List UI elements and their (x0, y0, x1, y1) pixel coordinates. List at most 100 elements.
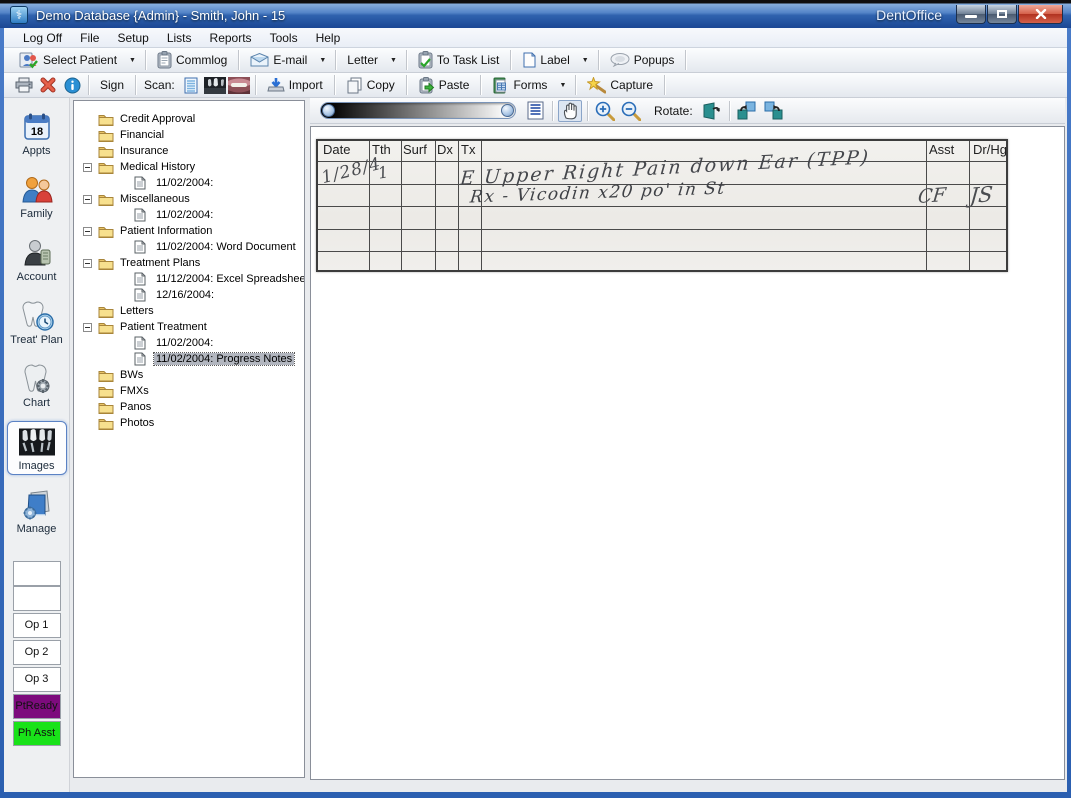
collapse-icon[interactable] (83, 323, 92, 332)
zoom-in-button[interactable] (593, 100, 617, 122)
tree-item-label: Patient Information (118, 225, 214, 237)
tree-item-financial[interactable]: Financial (74, 127, 304, 143)
rotate-left-button[interactable] (735, 100, 759, 122)
letter-button[interactable]: Letter (340, 49, 385, 71)
scan-photo-button[interactable] (227, 74, 251, 96)
collapse-icon[interactable] (83, 163, 92, 172)
sidebar-item-images[interactable]: Images (7, 421, 67, 475)
fit-page-button[interactable] (523, 100, 547, 122)
tree-item-patient-treatment[interactable]: Patient Treatment (74, 319, 304, 335)
popups-button[interactable]: Popups (603, 49, 682, 71)
tree-item-document[interactable]: 11/02/2004: (74, 175, 304, 191)
sidebar-item-family[interactable]: Family (7, 169, 67, 223)
menu-tools[interactable]: Tools (261, 29, 307, 47)
operatory-op2[interactable]: Op 2 (13, 640, 61, 665)
pan-hand-button[interactable] (558, 100, 582, 122)
popups-icon (610, 53, 630, 67)
scan-xray-button[interactable] (203, 74, 227, 96)
flip-icon (702, 102, 722, 120)
minimize-button[interactable] (956, 5, 986, 24)
forms-icon (492, 77, 509, 94)
tree-item-credit-approval[interactable]: Credit Approval (74, 111, 304, 127)
tree-item-treatment-plans[interactable]: Treatment Plans (74, 255, 304, 271)
tree-item-progress-notes-selected[interactable]: 11/02/2004: Progress Notes (74, 351, 304, 367)
sidebar-item-treat-plan[interactable]: Treat' Plan (7, 295, 67, 349)
tree-item-insurance[interactable]: Insurance (74, 143, 304, 159)
tree-item-letters[interactable]: Letters (74, 303, 304, 319)
copy-button[interactable]: Copy (339, 74, 402, 96)
sidebar-item-chart[interactable]: Chart (7, 358, 67, 412)
zoom-out-button[interactable] (619, 100, 643, 122)
email-button[interactable]: E-mail (243, 49, 314, 71)
sidebar-item-manage[interactable]: Manage (7, 484, 67, 538)
sidebar-item-account[interactable]: Account (7, 232, 67, 286)
collapse-icon[interactable] (83, 227, 92, 236)
collapse-icon[interactable] (83, 259, 92, 268)
menu-log-off[interactable]: Log Off (14, 29, 71, 47)
label-button[interactable]: Label (515, 49, 576, 71)
close-button[interactable] (1018, 5, 1063, 24)
email-dropdown[interactable]: ▼ (314, 49, 331, 71)
folder-icon (98, 257, 114, 270)
import-button[interactable]: Import (260, 74, 330, 96)
tree-item-photos[interactable]: Photos (74, 415, 304, 431)
status-ptready[interactable]: PtReady (13, 694, 61, 719)
scan-document-button[interactable] (179, 74, 203, 96)
tree-item-document[interactable]: 11/02/2004: (74, 207, 304, 223)
zoom-in-icon (595, 101, 615, 121)
brightness-contrast-slider[interactable] (320, 102, 516, 119)
copy-label: Copy (367, 78, 395, 92)
slider-thumb-low[interactable] (322, 104, 335, 117)
app-window: ⚕ Demo Database {Admin} - Smith, John - … (0, 0, 1071, 798)
tree-item-document[interactable]: 11/02/2004: (74, 335, 304, 351)
slider-thumb-high[interactable] (501, 104, 514, 117)
menu-reports[interactable]: Reports (201, 29, 261, 47)
rotate-right-button[interactable] (761, 100, 785, 122)
sidebar-item-appts[interactable]: 18 Appts (7, 106, 67, 160)
sign-button[interactable]: Sign (93, 74, 131, 96)
tree-item-document[interactable]: 11/12/2004: Excel Spreadsheet (74, 271, 304, 287)
menu-setup[interactable]: Setup (108, 29, 157, 47)
capture-button[interactable]: Capture (580, 74, 660, 96)
tree-item-patient-information[interactable]: Patient Information (74, 223, 304, 239)
image-canvas[interactable]: Date Tth Surf Dx Tx Asst Dr/Hg 1/28/4 1 … (310, 126, 1065, 780)
menu-file[interactable]: File (71, 29, 108, 47)
image-viewer-panel: Rotate: (310, 98, 1065, 780)
menu-lists[interactable]: Lists (158, 29, 201, 47)
menu-help[interactable]: Help (307, 29, 350, 47)
to-task-list-button[interactable]: To Task List (411, 49, 506, 71)
paste-button[interactable]: Paste (411, 74, 477, 96)
tree-item-document[interactable]: 12/16/2004: (74, 287, 304, 303)
commlog-button[interactable]: Commlog (150, 49, 234, 71)
tree-item-document[interactable]: 11/02/2004: Word Document (74, 239, 304, 255)
collapse-icon[interactable] (83, 195, 92, 204)
tree-item-medical-history[interactable]: Medical History (74, 159, 304, 175)
tree-item-miscellaneous[interactable]: Miscellaneous (74, 191, 304, 207)
flip-button[interactable] (700, 100, 724, 122)
print-icon (15, 77, 33, 93)
maximize-button[interactable] (987, 5, 1017, 24)
label-dropdown[interactable]: ▼ (577, 49, 594, 71)
commlog-label: Commlog (176, 53, 227, 67)
print-button[interactable] (12, 74, 36, 96)
tree-item-bws[interactable]: BWs (74, 367, 304, 383)
separator (145, 50, 146, 70)
forms-button[interactable]: Forms (485, 74, 554, 96)
delete-button[interactable] (36, 74, 60, 96)
letter-dropdown[interactable]: ▼ (385, 49, 402, 71)
scanned-progress-note[interactable]: Date Tth Surf Dx Tx Asst Dr/Hg 1/28/4 1 … (316, 139, 1008, 272)
tree-item-panos[interactable]: Panos (74, 399, 304, 415)
forms-dropdown[interactable]: ▼ (554, 74, 571, 96)
info-button[interactable] (60, 74, 84, 96)
status-ph-asst[interactable]: Ph Asst (13, 721, 61, 746)
brand-label: DentOffice (876, 7, 942, 23)
operatory-slot-empty-2[interactable] (13, 586, 61, 611)
operatory-slot-empty-1[interactable] (13, 561, 61, 586)
tree-item-fmxs[interactable]: FMXs (74, 383, 304, 399)
select-patient-button[interactable]: Select Patient (12, 49, 124, 71)
operatory-op1[interactable]: Op 1 (13, 613, 61, 638)
handwritten-asst-initials: CF (917, 184, 947, 208)
select-patient-dropdown[interactable]: ▼ (124, 49, 141, 71)
operatory-op3[interactable]: Op 3 (13, 667, 61, 692)
sidebar-label-treat-plan: Treat' Plan (8, 334, 66, 346)
